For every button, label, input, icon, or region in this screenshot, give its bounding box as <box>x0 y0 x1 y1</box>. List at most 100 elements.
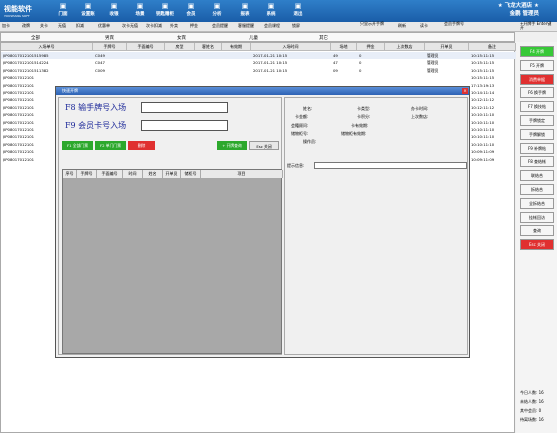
table-header-0[interactable]: 入场单号 <box>1 43 93 51</box>
dialog-grid-header-1[interactable]: 手牌号 <box>77 170 97 178</box>
toolbar-item-4[interactable]: 扣减 <box>76 23 84 29</box>
hint-input[interactable] <box>314 162 467 169</box>
open-query-button[interactable]: + 开牌查询 <box>217 141 247 150</box>
right-button-6[interactable]: 手牌解锁 <box>520 128 554 140</box>
table-row[interactable]: JIP08017012101511382 C009 2017-01-21 10:15… <box>1 67 516 74</box>
right-button-4[interactable]: F7 换技帖 <box>520 101 554 113</box>
table-row[interactable]: JIP08017012101515985 C049 2017-01-21 10:15… <box>1 52 516 59</box>
dialog-grid-header-5[interactable]: 开单员 <box>163 170 181 178</box>
top-button-1[interactable]: ▣ 设置账 <box>75 2 101 20</box>
toolbar-item-13[interactable]: 锁屏 <box>292 23 300 29</box>
right-button-12[interactable]: 挂帐回访 <box>520 211 554 223</box>
table-cell: 17:13:19:13 <box>471 82 495 88</box>
table-header-11[interactable]: 备注 <box>469 43 516 51</box>
right-button-8[interactable]: F8 查结帐 <box>520 156 554 168</box>
logo-text: 视能软件 <box>4 5 32 13</box>
toolbar-item-11[interactable]: 客服提醒 <box>238 23 254 29</box>
table-header-9[interactable]: 上次数店 <box>385 43 425 51</box>
dialog-grid-header-3[interactable]: 时间 <box>123 170 143 178</box>
table-header-1[interactable]: 手牌号 <box>93 43 127 51</box>
right-button-2[interactable]: 消费单据 <box>520 73 554 85</box>
top-button-0[interactable]: ▣ 门面 <box>50 2 76 20</box>
right-button-5[interactable]: 手牌锁定 <box>520 115 554 126</box>
right-button-1[interactable]: F5 开牌 <box>520 59 554 71</box>
top-button-8[interactable]: ▣ 系统 <box>258 2 284 20</box>
table-header-4[interactable]: 客姓名 <box>195 43 222 51</box>
table-header-3[interactable]: 房型 <box>165 43 195 51</box>
dialog-grid-header-7[interactable]: 项目 <box>201 170 283 178</box>
table-cell <box>427 74 469 81</box>
table-cell: 10:10:11:10 <box>471 141 495 147</box>
dialog-close-button[interactable]: × <box>462 88 468 94</box>
info-label-4: 卡积分: <box>357 114 371 119</box>
table-row[interactable]: JIP08017012101514224 C047 2017-01-21 10:15… <box>1 59 516 66</box>
table-row[interactable]: JIP08017012101 10:15:11:15 <box>1 74 516 81</box>
dialog-grid-header-0[interactable]: 序号 <box>63 170 77 178</box>
top-button-2[interactable]: ▣ 收银 <box>101 2 127 20</box>
table-cell: 10:10:11:10 <box>471 119 495 125</box>
right-button-13[interactable]: 查询 <box>520 225 554 237</box>
f8-input[interactable] <box>141 102 228 113</box>
toolbar-item-9[interactable]: 押金 <box>190 23 198 29</box>
read-card-button[interactable]: 读卡 <box>420 23 428 29</box>
dialog-esc-button[interactable]: Esc 关闭 <box>249 141 279 150</box>
stat-1: 未结人数: 16 <box>520 399 544 404</box>
toolbar-item-10[interactable]: 会员提醒 <box>212 23 228 29</box>
category-1[interactable]: 男宾 <box>105 35 114 41</box>
category-2[interactable]: 女宾 <box>177 35 186 41</box>
table-header-8[interactable]: 押金 <box>357 43 385 51</box>
table-cell: 10:10:11:10 <box>471 134 495 140</box>
table-header-5[interactable]: 有效期 <box>222 43 251 51</box>
category-3[interactable]: 儿童 <box>249 35 258 41</box>
toolbar-item-3[interactable]: 无值 <box>58 23 66 29</box>
table-header-2[interactable]: 手面编号 <box>127 43 165 51</box>
table-cell <box>167 67 195 74</box>
toolbar-item-12[interactable]: 会员课程 <box>264 23 280 29</box>
toolbar-item-2[interactable]: 关卡 <box>40 23 48 29</box>
category-4[interactable]: 其它 <box>319 35 328 41</box>
category-0[interactable]: 全部 <box>31 35 40 41</box>
toolbar-item-7[interactable]: 次卡扣减 <box>146 23 162 29</box>
table-cell: 2017-01-21 10:15 <box>253 60 288 66</box>
top-button-5[interactable]: ▣ 会员 <box>178 2 204 20</box>
toolbar-item-0[interactable]: 加卡 <box>2 23 10 29</box>
refresh-button[interactable]: 刷新 <box>398 23 406 29</box>
top-button-9[interactable]: ▣ 退出 <box>285 2 311 20</box>
right-button-10[interactable]: 拆结合 <box>520 184 554 195</box>
f9-input[interactable] <box>141 120 228 131</box>
toolbar-item-5[interactable]: 优惠单 <box>98 23 110 29</box>
top-button-6[interactable]: ▣ 分析 <box>204 2 230 20</box>
all-tickets-button[interactable]: F1 全部门票 <box>62 141 93 150</box>
right-button-0[interactable]: F4 开牌 <box>520 46 554 57</box>
exit-icon: ▣ <box>294 2 302 10</box>
right-button-11[interactable]: 全拆结合 <box>520 197 554 209</box>
dialog-grid-header-2[interactable]: 手面编号 <box>97 170 123 178</box>
right-button-9[interactable]: 联结合 <box>520 170 554 182</box>
dialog-grid-header-4[interactable]: 姓名 <box>143 170 163 178</box>
top-button-7[interactable]: ▣ 报表 <box>232 2 258 20</box>
top-button-label: 钥匙赠柜 <box>156 12 174 17</box>
table-header-7[interactable]: 场地 <box>331 43 357 51</box>
table-cell <box>387 67 425 74</box>
table-cell <box>197 52 222 59</box>
filter-toggle[interactable]: 只显示开手牌 <box>360 22 386 26</box>
toolbar-item-1[interactable]: 改牌 <box>22 23 30 29</box>
delete-button[interactable]: 删除 <box>128 141 155 150</box>
top-button-label: 系统 <box>266 12 276 17</box>
right-button-7[interactable]: F9 补牌帖 <box>520 142 554 154</box>
table-header-6[interactable]: 入场时间 <box>251 43 331 51</box>
hint-label: 提示信息: <box>287 163 305 168</box>
open-button[interactable]: +开牌手 Enter键开 <box>520 22 554 30</box>
toolbar-item-6[interactable]: 次卡无值 <box>122 23 138 29</box>
toolbar-item-8[interactable]: 外卖 <box>170 23 178 29</box>
top-button-3[interactable]: ▣ 场景 <box>127 2 153 20</box>
right-button-14[interactable]: Esc 关闭 <box>520 239 554 251</box>
dialog-grid-header-6[interactable]: 储柜号 <box>181 170 201 178</box>
top-button-4[interactable]: ▣ 钥匙赠柜 <box>152 2 178 20</box>
right-button-3[interactable]: F6 换手牌 <box>520 87 554 99</box>
table-cell <box>129 67 165 74</box>
table-cell: 0 <box>359 53 362 58</box>
table-cell: 10:09:11:09 <box>471 156 495 162</box>
single-ticket-button[interactable]: F2 单门门票 <box>95 141 126 150</box>
table-header-10[interactable]: 开单员 <box>425 43 469 51</box>
